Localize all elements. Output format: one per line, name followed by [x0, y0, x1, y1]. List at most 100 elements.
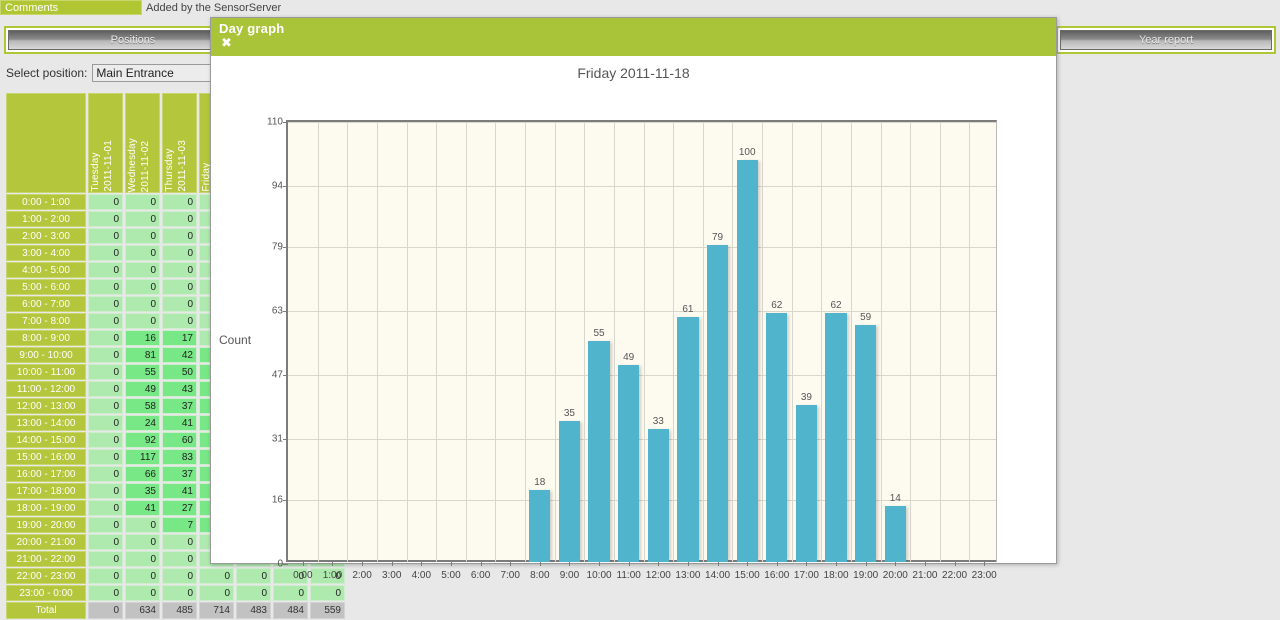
table-cell[interactable]: 43	[162, 381, 197, 397]
table-cell[interactable]: 7	[162, 517, 197, 533]
table-cell[interactable]: 0	[199, 585, 234, 601]
position-select[interactable]: Main Entrance	[92, 64, 217, 82]
table-cell[interactable]: 60	[162, 432, 197, 448]
chart-bar[interactable]	[766, 312, 788, 562]
table-cell[interactable]: 0	[162, 245, 197, 261]
table-cell[interactable]: 0	[125, 211, 160, 227]
table-cell[interactable]: 0	[162, 585, 197, 601]
chart-bar[interactable]	[558, 421, 581, 562]
table-cell[interactable]: 0	[88, 330, 123, 346]
table-cell[interactable]: 27	[162, 500, 197, 516]
x-axis-tick-label: 8:00	[530, 570, 550, 581]
table-cell[interactable]: 0	[125, 296, 160, 312]
table-hour-label: 12:00 - 13:00	[6, 398, 86, 414]
table-cell[interactable]: 0	[88, 228, 123, 244]
table-cell[interactable]: 0	[88, 483, 123, 499]
table-cell[interactable]: 0	[88, 279, 123, 295]
table-cell[interactable]: 0	[88, 347, 123, 363]
table-cell[interactable]: 0	[199, 568, 234, 584]
table-cell[interactable]: 0	[88, 211, 123, 227]
table-cell[interactable]: 55	[125, 364, 160, 380]
table-cell[interactable]: 0	[310, 585, 345, 601]
table-cell[interactable]: 0	[88, 381, 123, 397]
table-cell[interactable]: 0	[125, 245, 160, 261]
chart-bar[interactable]	[529, 489, 551, 562]
table-cell[interactable]: 0	[162, 551, 197, 567]
table-cell[interactable]: 0	[162, 228, 197, 244]
table-cell[interactable]: 83	[162, 449, 197, 465]
table-cell[interactable]: 37	[162, 466, 197, 482]
table-cell[interactable]: 41	[162, 415, 197, 431]
table-cell[interactable]: 0	[88, 296, 123, 312]
table-cell[interactable]: 0	[125, 517, 160, 533]
table-cell[interactable]: 17	[162, 330, 197, 346]
chart-bar[interactable]	[825, 312, 847, 562]
table-cell[interactable]: 0	[162, 279, 197, 295]
year-report-button[interactable]: Year report	[1056, 26, 1276, 54]
chart-bar[interactable]	[588, 341, 610, 562]
table-cell[interactable]: 0	[162, 211, 197, 227]
table-cell[interactable]: 0	[125, 228, 160, 244]
table-cell[interactable]: 58	[125, 398, 160, 414]
table-cell[interactable]: 0	[125, 534, 160, 550]
close-icon[interactable]: ✖	[221, 36, 232, 49]
table-cell[interactable]: 0	[125, 551, 160, 567]
table-cell[interactable]: 0	[125, 194, 160, 210]
table-cell[interactable]: 49	[125, 381, 160, 397]
chart-bar[interactable]	[647, 429, 669, 562]
table-cell[interactable]: 0	[125, 279, 160, 295]
table-cell[interactable]: 35	[125, 483, 160, 499]
table-cell[interactable]: 0	[236, 585, 271, 601]
chart-bar[interactable]	[884, 505, 906, 562]
table-cell[interactable]: 0	[88, 313, 123, 329]
table-cell[interactable]: 0	[162, 262, 197, 278]
chart-bar[interactable]	[618, 365, 640, 562]
table-cell[interactable]: 41	[125, 500, 160, 516]
table-cell[interactable]: 0	[88, 500, 123, 516]
table-cell[interactable]: 0	[88, 415, 123, 431]
table-cell[interactable]: 0	[88, 364, 123, 380]
table-cell[interactable]: 50	[162, 364, 197, 380]
table-cell[interactable]: 0	[162, 534, 197, 550]
table-cell[interactable]: 66	[125, 466, 160, 482]
table-cell[interactable]: 0	[88, 551, 123, 567]
x-axis-tick-mark	[628, 562, 630, 566]
chart-bar[interactable]	[795, 405, 818, 562]
table-cell[interactable]: 0	[125, 568, 160, 584]
chart-bar[interactable]	[855, 324, 877, 562]
table-cell[interactable]: 0	[236, 568, 271, 584]
table-cell[interactable]: 92	[125, 432, 160, 448]
table-cell[interactable]: 0	[88, 194, 123, 210]
table-cell[interactable]: 0	[162, 313, 197, 329]
table-cell[interactable]: 0	[88, 585, 123, 601]
table-cell[interactable]: 81	[125, 347, 160, 363]
table-cell[interactable]: 42	[162, 347, 197, 363]
table-cell[interactable]: 0	[162, 194, 197, 210]
table-cell[interactable]: 0	[88, 432, 123, 448]
table-cell[interactable]: 0	[88, 245, 123, 261]
table-cell[interactable]: 0	[88, 398, 123, 414]
chart-bar[interactable]	[736, 160, 758, 562]
day-graph-dialog: Day graph ✖ Friday 2011-11-18 Count 0 16 3…	[210, 17, 1057, 581]
table-cell[interactable]: 0	[162, 296, 197, 312]
chart-gridline-v	[910, 122, 912, 562]
table-cell[interactable]: 0	[125, 313, 160, 329]
table-cell[interactable]: 0	[125, 585, 160, 601]
chart-bar[interactable]	[677, 316, 699, 562]
table-cell[interactable]: 0	[162, 568, 197, 584]
table-cell[interactable]: 117	[125, 449, 160, 465]
table-cell[interactable]: 37	[162, 398, 197, 414]
table-cell[interactable]: 0	[88, 568, 123, 584]
table-cell[interactable]: 0	[125, 262, 160, 278]
y-axis-tick-mark	[283, 439, 288, 441]
table-cell[interactable]: 0	[273, 585, 308, 601]
table-cell[interactable]: 0	[88, 262, 123, 278]
table-cell[interactable]: 24	[125, 415, 160, 431]
table-cell[interactable]: 0	[88, 466, 123, 482]
table-cell[interactable]: 16	[125, 330, 160, 346]
table-cell[interactable]: 0	[88, 517, 123, 533]
table-cell[interactable]: 0	[88, 534, 123, 550]
chart-bar[interactable]	[706, 244, 729, 562]
table-cell[interactable]: 0	[88, 449, 123, 465]
table-cell[interactable]: 41	[162, 483, 197, 499]
